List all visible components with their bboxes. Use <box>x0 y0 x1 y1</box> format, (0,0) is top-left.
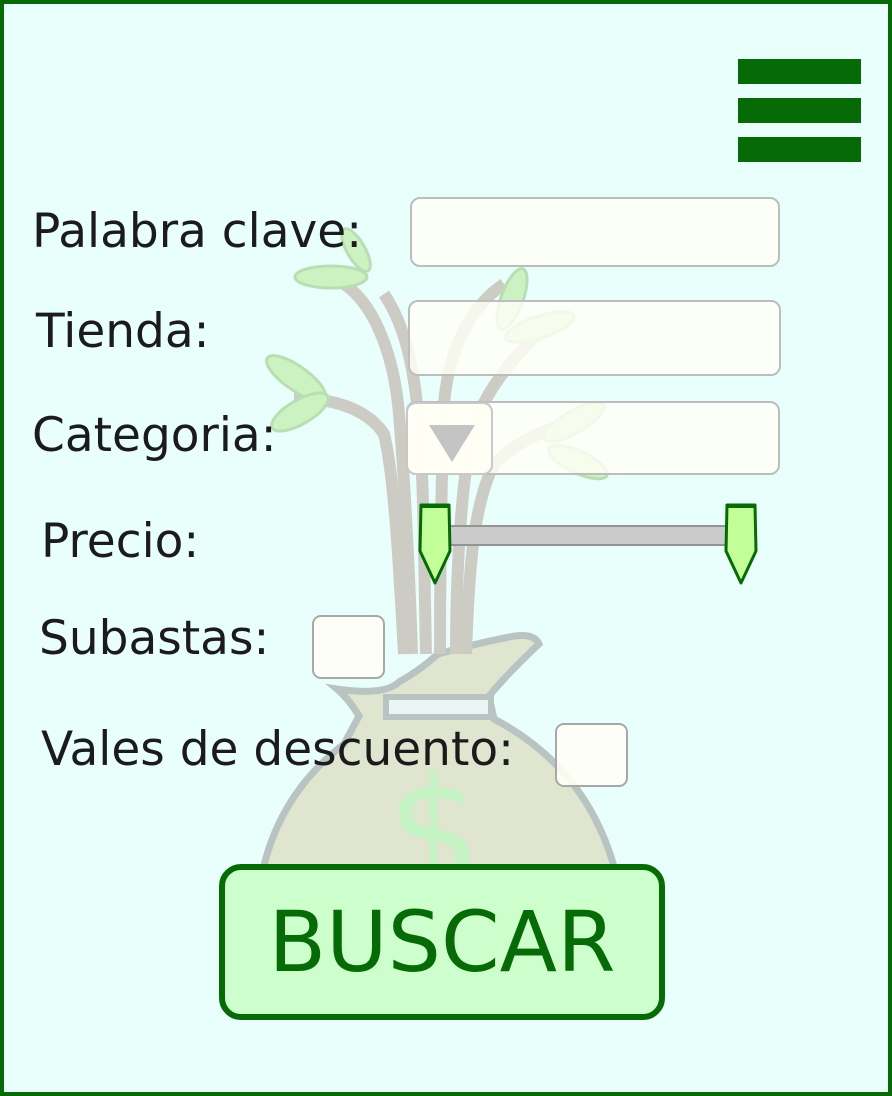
auctions-checkbox[interactable] <box>312 615 385 679</box>
keyword-input[interactable] <box>410 197 780 267</box>
hamburger-menu-icon[interactable] <box>738 59 861 162</box>
search-panel: $ Palabra clave: Tienda: Categoria: Prec… <box>0 0 892 1096</box>
price-min-thumb[interactable] <box>418 503 452 587</box>
store-input[interactable] <box>408 300 781 376</box>
coupons-label: Vales de descuento: <box>41 722 514 777</box>
triangle-down-icon <box>429 425 475 462</box>
search-button[interactable]: BUSCAR <box>219 864 665 1020</box>
category-label: Categoria: <box>32 408 277 463</box>
category-dropdown-button[interactable] <box>406 402 493 475</box>
price-max-thumb[interactable] <box>724 503 758 587</box>
price-range-slider[interactable] <box>441 525 739 546</box>
auctions-label: Subastas: <box>39 611 270 666</box>
keyword-label: Palabra clave: <box>32 204 363 259</box>
store-label: Tienda: <box>36 304 210 359</box>
coupons-checkbox[interactable] <box>555 723 628 787</box>
price-label: Precio: <box>41 514 200 569</box>
